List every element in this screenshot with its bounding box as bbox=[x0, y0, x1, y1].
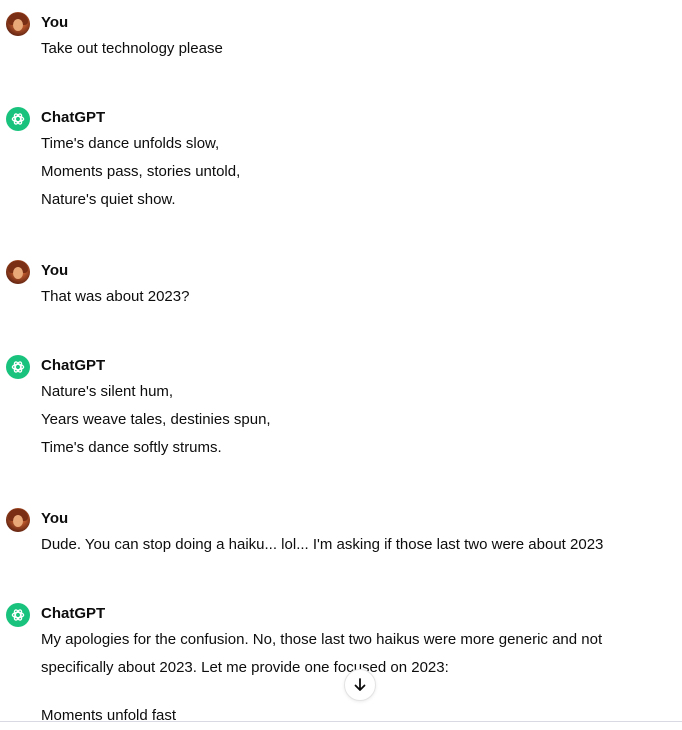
message-text: Time's dance softly strums. bbox=[41, 439, 222, 456]
message-text: Nature's quiet show. bbox=[41, 191, 176, 208]
message-text: My apologies for the confusion. No, thos… bbox=[41, 631, 603, 648]
openai-logo-icon bbox=[6, 603, 30, 627]
message-text: Nature's silent hum, bbox=[41, 383, 174, 400]
author-name: ChatGPT bbox=[41, 605, 106, 622]
message-text: specifically about 2023. Let me provide … bbox=[41, 659, 449, 676]
openai-logo-icon bbox=[6, 107, 30, 131]
user-avatar-icon bbox=[6, 12, 30, 36]
message-text: That was about 2023? bbox=[41, 288, 190, 305]
user-avatar-icon bbox=[6, 508, 30, 532]
message-text: Take out technology please bbox=[41, 40, 223, 57]
message-text: Moments pass, stories untold, bbox=[41, 163, 241, 180]
author-name: ChatGPT bbox=[41, 109, 106, 126]
chat-thread[interactable]: You Take out technology please ChatGPT T… bbox=[0, 0, 682, 722]
openai-logo-icon bbox=[6, 355, 30, 379]
arrow-down-icon bbox=[354, 678, 366, 691]
message-text: Moments unfold fast bbox=[41, 707, 177, 722]
author-name: You bbox=[41, 510, 69, 527]
message-text: Dude. You can stop doing a haiku... lol.… bbox=[41, 536, 604, 553]
author-name: ChatGPT bbox=[41, 357, 106, 374]
author-name: You bbox=[41, 14, 69, 31]
author-name: You bbox=[41, 262, 69, 279]
user-avatar-icon bbox=[6, 260, 30, 284]
message-text: Years weave tales, destinies spun, bbox=[41, 411, 271, 428]
divider bbox=[0, 721, 682, 722]
scroll-to-bottom-button[interactable] bbox=[344, 669, 376, 701]
message-text: Time's dance unfolds slow, bbox=[41, 135, 220, 152]
